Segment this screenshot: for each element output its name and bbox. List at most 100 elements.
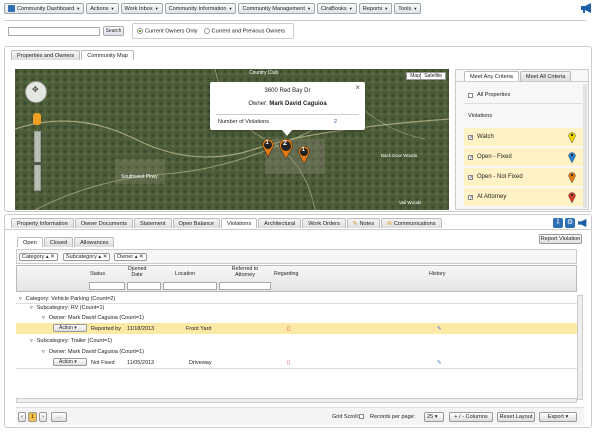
divider bbox=[5, 229, 591, 230]
action-dropdown[interactable]: Action ▾ bbox=[53, 324, 87, 332]
report-violation-button[interactable]: Report Violation bbox=[539, 234, 582, 244]
blue-pin-icon bbox=[568, 152, 576, 163]
tab-meet-all-criteria[interactable]: Meet All Criteria bbox=[519, 71, 572, 81]
group-row-owner-trailer[interactable]: ▿ Owner: Mark David Caguioa (Count=1) bbox=[16, 346, 577, 357]
column-referred-attorney[interactable]: Referred to Attorney bbox=[220, 266, 270, 278]
document-icon[interactable]: ▯ bbox=[287, 360, 290, 366]
opened-date-filter[interactable] bbox=[127, 282, 161, 290]
tab-owner-documents[interactable]: Owner Documents bbox=[74, 218, 134, 228]
menu-community-dashboard[interactable]: Community Dashboard ▼ bbox=[4, 3, 85, 14]
export-button[interactable]: Export ▾ bbox=[539, 412, 577, 422]
violations-heading: Violations bbox=[468, 113, 493, 119]
records-per-page-select[interactable]: 25 ▾ bbox=[424, 412, 444, 422]
radio-selected-icon bbox=[137, 27, 143, 34]
tab-architectural[interactable]: Architectural bbox=[258, 218, 302, 228]
menu-work-inbox[interactable]: Work Inbox ▼ bbox=[120, 3, 163, 14]
action-dropdown[interactable]: Action ▾ bbox=[53, 358, 87, 366]
settings-icon[interactable]: ⚙ bbox=[565, 218, 575, 228]
caret-down-icon: ▼ bbox=[154, 6, 159, 11]
next-page-button[interactable]: › bbox=[39, 412, 47, 422]
edit-icon[interactable]: ✎ bbox=[437, 326, 442, 332]
map-info-popup: × 3600 Red Bay Dr Owner: Mark David Cagu… bbox=[210, 82, 365, 136]
menu-community-management[interactable]: Community Management ▼ bbox=[238, 3, 315, 14]
all-properties-option[interactable]: All Properties bbox=[464, 92, 510, 98]
page-number[interactable]: 1 bbox=[28, 412, 37, 422]
group-chip-owner[interactable]: Owner ▴ ✕ bbox=[114, 253, 147, 261]
criteria-item-at-attorney[interactable]: ✓ At Attorney bbox=[464, 188, 586, 206]
table-row[interactable]: Action ▾ Reported by 11/18/2013 Front Ya… bbox=[16, 323, 577, 334]
radio-empty-icon bbox=[203, 27, 210, 34]
column-history[interactable]: History bbox=[429, 271, 445, 277]
divider bbox=[456, 81, 588, 82]
document-icon[interactable]: ▯ bbox=[287, 326, 290, 332]
tab-allowances[interactable]: Allowances bbox=[74, 237, 115, 247]
columns-button[interactable]: + / - Columns bbox=[449, 412, 493, 422]
megaphone-icon[interactable] bbox=[580, 2, 594, 14]
pan-arrows-icon: ✥ bbox=[32, 85, 39, 94]
tab-work-orders[interactable]: Work Orders bbox=[302, 218, 346, 228]
referred-filter[interactable] bbox=[219, 282, 271, 290]
grid-scroll-label: Grid Scroll: bbox=[332, 414, 360, 420]
map-label: Country Club bbox=[249, 70, 279, 76]
radio-current-owners[interactable]: Current Owners Only bbox=[137, 27, 198, 34]
location-filter[interactable] bbox=[163, 282, 217, 290]
search-input[interactable] bbox=[8, 27, 100, 36]
violation-marker[interactable]: 1 bbox=[298, 145, 310, 166]
status-filter[interactable] bbox=[89, 282, 125, 290]
street-view-pegman-icon[interactable] bbox=[33, 113, 41, 125]
vertical-scrollbar[interactable] bbox=[577, 295, 583, 400]
caret-down-icon: ▼ bbox=[228, 6, 233, 11]
map-label: Southwest Pkwy bbox=[121, 174, 158, 180]
criteria-scrollbar[interactable] bbox=[583, 84, 587, 208]
search-button[interactable]: Search bbox=[103, 26, 124, 36]
radio-current-previous-owners[interactable]: Current and Previous Owners bbox=[203, 27, 285, 34]
criteria-item-open-fixed[interactable]: ✓ Open - Fixed bbox=[464, 148, 586, 166]
tab-property-information[interactable]: Property Information bbox=[11, 218, 74, 228]
tab-properties-owners[interactable]: Properties and Owners bbox=[11, 50, 81, 60]
zoom-handle[interactable] bbox=[34, 162, 41, 165]
menu-community-information[interactable]: Community Information ▼ bbox=[164, 3, 237, 14]
table-row[interactable]: Action ▾ Not Fixed 11/05/2013 Driveway ▯… bbox=[16, 357, 577, 368]
tab-open[interactable]: Open bbox=[17, 237, 43, 247]
group-row-owner-rv[interactable]: ▿ Owner: Mark David Caguioa (Count=1) bbox=[16, 312, 577, 323]
tab-statement[interactable]: Statement bbox=[134, 218, 172, 228]
communications-icon: ✉ bbox=[387, 220, 392, 227]
group-chip-category[interactable]: Category ▴ ✕ bbox=[19, 253, 58, 261]
criteria-item-open-not-fixed[interactable]: ✓ Open - Not Fixed bbox=[464, 168, 586, 186]
menu-cirabooks[interactable]: CiraBooks ▼ bbox=[316, 3, 357, 14]
menu-tools[interactable]: Tools ▼ bbox=[394, 3, 422, 14]
tab-communications[interactable]: ✉ Communications bbox=[381, 218, 442, 228]
criteria-item-watch[interactable]: ✓ Watch bbox=[464, 128, 586, 146]
tab-meet-any-criteria[interactable]: Meet Any Criteria bbox=[464, 71, 519, 81]
tab-open-balance[interactable]: Open Balance bbox=[172, 218, 220, 228]
violation-marker[interactable]: 1 bbox=[262, 138, 274, 159]
tab-notes[interactable]: ✎ Notes bbox=[346, 218, 381, 228]
megaphone-icon[interactable] bbox=[577, 218, 589, 228]
reset-layout-button[interactable]: Reset Layout bbox=[497, 412, 535, 422]
tab-community-map[interactable]: Community Map bbox=[81, 50, 134, 60]
column-regarding[interactable]: Regarding bbox=[274, 271, 298, 277]
more-pages-button[interactable]: … bbox=[51, 412, 67, 422]
edit-icon[interactable]: ✎ bbox=[437, 360, 442, 366]
column-location[interactable]: Location bbox=[175, 271, 195, 277]
grid-scroll-checkbox[interactable] bbox=[359, 414, 364, 419]
group-chip-subcategory[interactable]: Subcategory ▴ ✕ bbox=[63, 253, 111, 261]
export-icon[interactable]: ⇩ bbox=[553, 218, 563, 228]
search-bar: Search Current Owners Only Current and P… bbox=[4, 20, 586, 42]
map-pan-control[interactable]: ✥ bbox=[25, 81, 47, 103]
zoom-slider[interactable] bbox=[34, 131, 41, 191]
tab-violations[interactable]: Violations bbox=[220, 218, 258, 228]
cell-opened-date: 11/05/2013 bbox=[127, 359, 155, 366]
column-status[interactable]: Status bbox=[90, 271, 105, 277]
prev-page-button[interactable]: ‹ bbox=[18, 412, 26, 422]
map-type-satellite-button[interactable]: Satellite bbox=[420, 72, 446, 80]
column-opened-date[interactable]: Opened Date bbox=[125, 266, 149, 278]
menu-reports[interactable]: Reports ▼ bbox=[358, 3, 393, 14]
group-row-subcategory-trailer[interactable]: ▿ Subcategory: Trailer (Count=1) bbox=[16, 335, 577, 346]
menu-actions[interactable]: Actions ▼ bbox=[86, 3, 119, 14]
tab-closed[interactable]: Closed bbox=[43, 237, 74, 247]
violation-marker[interactable]: 2 bbox=[279, 138, 293, 161]
popup-violations-count[interactable]: 2 bbox=[334, 119, 337, 125]
horizontal-scrollbar[interactable] bbox=[16, 398, 577, 403]
red-pin-icon bbox=[568, 192, 576, 203]
